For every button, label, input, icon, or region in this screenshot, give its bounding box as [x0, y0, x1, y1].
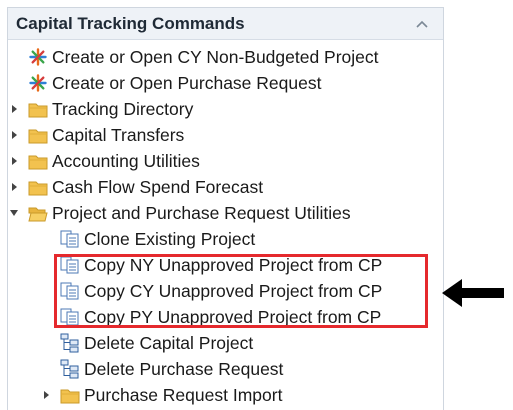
- tree-item-label: Purchase Request Import: [84, 384, 283, 405]
- tree-item-label: Copy NY Unapproved Project from CP: [84, 254, 383, 275]
- document-icon: [60, 229, 80, 249]
- arrow-left-icon: [442, 279, 504, 307]
- capital-tracking-panel: Capital Tracking Commands Create or Open…: [7, 7, 444, 410]
- tree-item-label: Delete Capital Project: [84, 332, 254, 353]
- tree-item-copy-cy-unapproved[interactable]: Copy CY Unapproved Project from CP: [60, 278, 382, 304]
- tree-item-label: Clone Existing Project: [84, 228, 256, 249]
- tree-item-create-cy-project[interactable]: Create or Open CY Non-Budgeted Project: [28, 44, 379, 70]
- folder-open-icon: [28, 203, 48, 223]
- document-icon: [60, 281, 80, 301]
- tree-item-label: Create or Open CY Non-Budgeted Project: [52, 46, 379, 67]
- burst-icon: [28, 47, 48, 67]
- expand-arrow-icon[interactable]: [40, 382, 52, 408]
- tree-item-capital-transfers[interactable]: Capital Transfers: [28, 122, 184, 148]
- expand-arrow-icon[interactable]: [8, 148, 20, 174]
- tree-item-tracking-directory[interactable]: Tracking Directory: [28, 96, 193, 122]
- tree-item-copy-py-unapproved[interactable]: Copy PY Unapproved Project from CP: [60, 304, 381, 330]
- folder-icon: [28, 125, 48, 145]
- tree-item-purchase-request-import[interactable]: Purchase Request Import: [60, 382, 282, 408]
- tree-delete-icon: [60, 359, 80, 379]
- tree-item-label: Tracking Directory: [52, 98, 194, 119]
- folder-icon: [28, 99, 48, 119]
- expand-arrow-icon[interactable]: [8, 174, 20, 200]
- tree-delete-icon: [60, 333, 80, 353]
- tree-item-accounting-utilities[interactable]: Accounting Utilities: [28, 148, 200, 174]
- tree-item-cash-flow-forecast[interactable]: Cash Flow Spend Forecast: [28, 174, 263, 200]
- tree-item-label: Accounting Utilities: [52, 150, 200, 171]
- chevron-up-icon[interactable]: [413, 15, 431, 33]
- collapse-arrow-icon[interactable]: [8, 200, 20, 226]
- tree-item-label: Project and Purchase Request Utilities: [52, 202, 351, 223]
- folder-icon: [28, 177, 48, 197]
- tree-item-copy-ny-unapproved[interactable]: Copy NY Unapproved Project from CP: [60, 252, 382, 278]
- tree-item-label: Copy CY Unapproved Project from CP: [84, 280, 383, 301]
- tree-item-delete-purchase-request[interactable]: Delete Purchase Request: [60, 356, 283, 382]
- tree-item-label: Copy PY Unapproved Project from CP: [84, 306, 382, 327]
- tree-item-label: Cash Flow Spend Forecast: [52, 176, 264, 197]
- document-icon: [60, 255, 80, 275]
- folder-icon: [60, 385, 80, 405]
- tree-item-label: Create or Open Purchase Request: [52, 72, 322, 93]
- expand-arrow-icon[interactable]: [8, 96, 20, 122]
- document-icon: [60, 307, 80, 327]
- burst-icon: [28, 73, 48, 93]
- tree-item-create-purchase-request[interactable]: Create or Open Purchase Request: [28, 70, 321, 96]
- tree-item-clone-existing-project[interactable]: Clone Existing Project: [60, 226, 255, 252]
- tree-item-project-purchase-utilities[interactable]: Project and Purchase Request Utilities: [28, 200, 351, 226]
- panel-header[interactable]: Capital Tracking Commands: [8, 8, 443, 40]
- tree-item-label: Capital Transfers: [52, 124, 185, 145]
- folder-icon: [28, 151, 48, 171]
- tree-item-delete-capital-project[interactable]: Delete Capital Project: [60, 330, 253, 356]
- expand-arrow-icon[interactable]: [8, 122, 20, 148]
- panel-title: Capital Tracking Commands: [16, 13, 245, 33]
- tree-item-label: Delete Purchase Request: [84, 358, 284, 379]
